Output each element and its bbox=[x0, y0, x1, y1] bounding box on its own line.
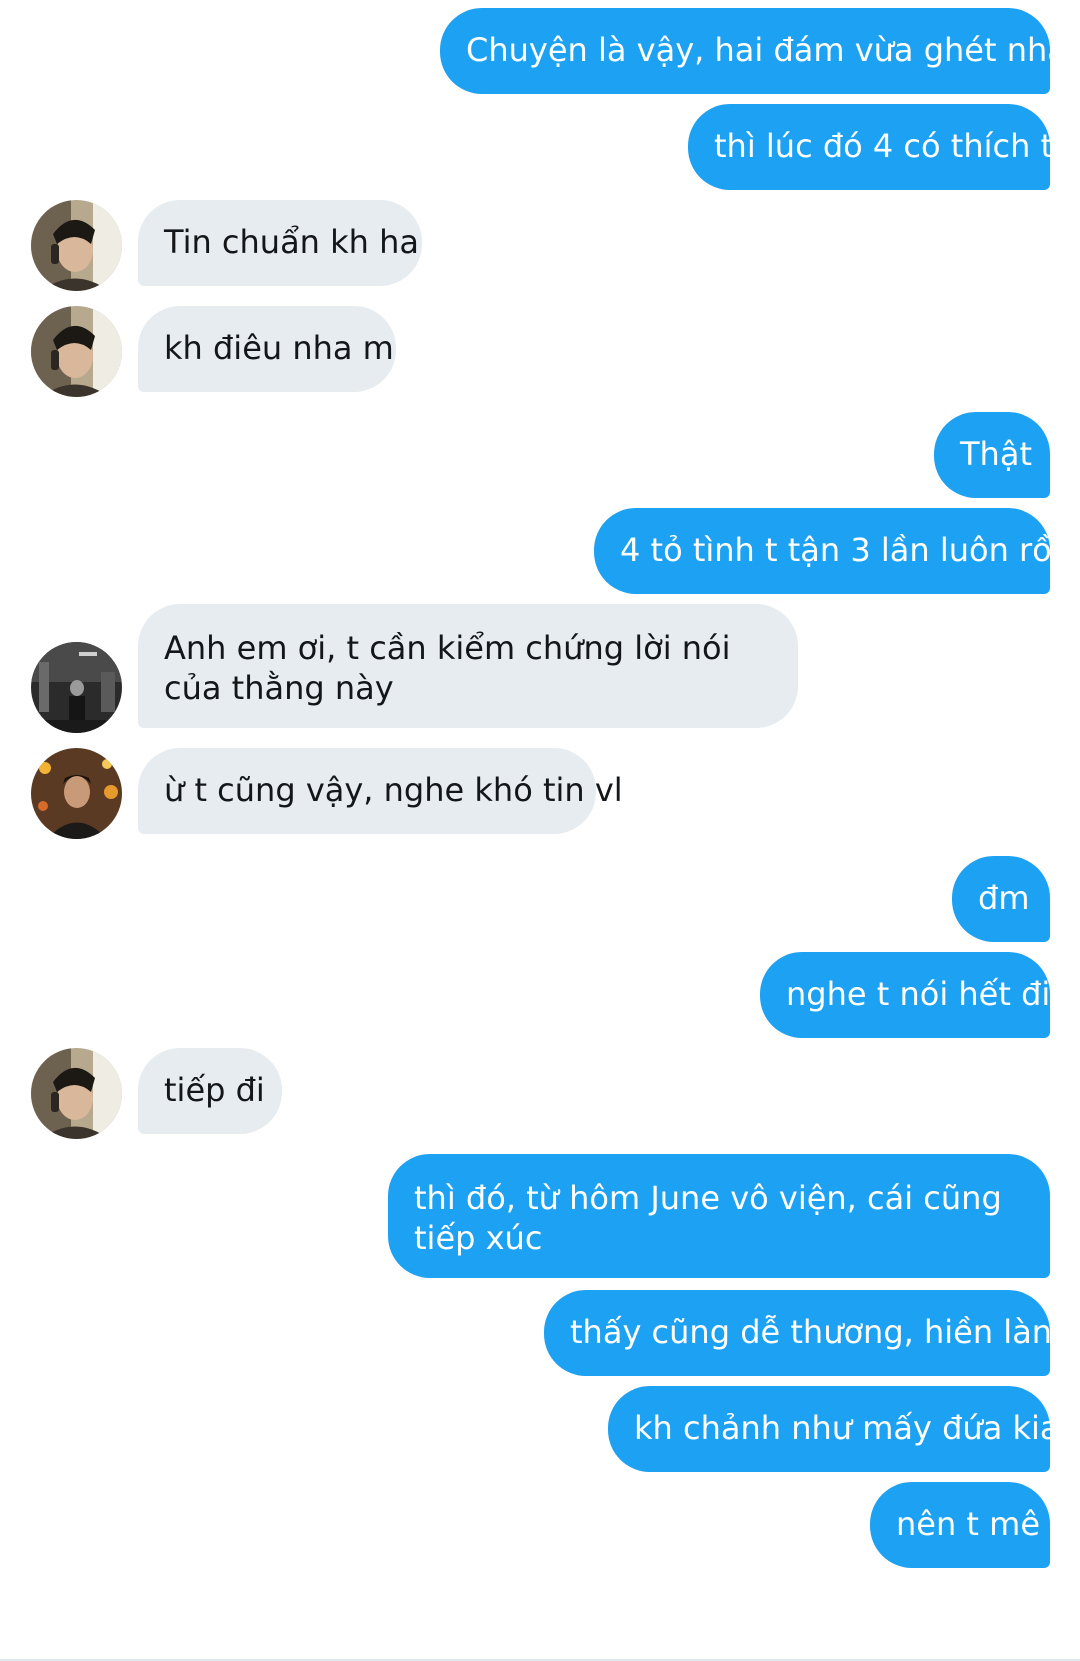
message-row-outgoing: Chuyện là vậy, hai đám vừa ghét nhau bbox=[0, 8, 1080, 94]
message-row-incoming: tiếp đi bbox=[0, 1048, 1080, 1139]
message-text: Thật bbox=[960, 435, 1032, 473]
message-bubble-outgoing[interactable]: nghe t nói hết đi bbox=[760, 952, 1050, 1038]
message-row-outgoing: 4 tỏ tình t tận 3 lần luôn rồi bbox=[0, 508, 1080, 594]
message-text: nghe t nói hết đi bbox=[786, 975, 1051, 1013]
message-text: nên t mê bbox=[896, 1505, 1040, 1543]
message-row-incoming: kh điêu nha m bbox=[0, 306, 1080, 397]
message-row-incoming: Tin chuẩn kh ha bbox=[0, 200, 1080, 291]
user-a-avatar[interactable] bbox=[31, 1048, 122, 1139]
message-bubble-incoming[interactable]: tiếp đi bbox=[138, 1048, 282, 1134]
message-text: thì lúc đó 4 có thích t bbox=[714, 127, 1054, 165]
user-c-avatar[interactable] bbox=[31, 748, 122, 839]
message-bubble-incoming[interactable]: ừ t cũng vậy, nghe khó tin vl bbox=[138, 748, 623, 834]
message-bubble-outgoing[interactable]: kh chảnh như mấy đứa kia bbox=[608, 1386, 1060, 1472]
message-text: Tin chuẩn kh ha bbox=[164, 223, 419, 261]
message-bubble-outgoing[interactable]: Thật bbox=[934, 412, 1050, 498]
message-row-outgoing: nên t mê bbox=[0, 1482, 1080, 1568]
message-row-outgoing: kh chảnh như mấy đứa kia bbox=[0, 1386, 1080, 1472]
message-bubble-outgoing[interactable]: thấy cũng dễ thương, hiền lành bbox=[544, 1290, 1072, 1376]
message-text: đm bbox=[978, 879, 1030, 917]
message-row-outgoing: thì đó, từ hôm June vô viện, cái cũng ti… bbox=[0, 1154, 1080, 1278]
message-row-outgoing: nghe t nói hết đi bbox=[0, 952, 1080, 1038]
message-bubble-outgoing[interactable]: đm bbox=[952, 856, 1050, 942]
message-row-outgoing: thấy cũng dễ thương, hiền lành bbox=[0, 1290, 1080, 1376]
message-text: thấy cũng dễ thương, hiền lành bbox=[570, 1313, 1073, 1351]
message-row-incoming: Anh em ơi, t cần kiểm chứng lời nói của … bbox=[0, 604, 1080, 733]
message-bubble-outgoing[interactable]: thì đó, từ hôm June vô viện, cái cũng ti… bbox=[388, 1154, 1050, 1278]
message-bubble-incoming[interactable]: Anh em ơi, t cần kiểm chứng lời nói của … bbox=[138, 604, 798, 728]
message-text: tiếp đi bbox=[164, 1071, 265, 1109]
message-text: 4 tỏ tình t tận 3 lần luôn rồi bbox=[620, 531, 1061, 569]
user-a-avatar[interactable] bbox=[31, 306, 122, 397]
message-bubble-incoming[interactable]: kh điêu nha m bbox=[138, 306, 396, 392]
message-text: kh chảnh như mấy đứa kia bbox=[634, 1409, 1060, 1447]
message-bubble-outgoing[interactable]: 4 tỏ tình t tận 3 lần luôn rồi bbox=[594, 508, 1061, 594]
message-row-outgoing: đm bbox=[0, 856, 1080, 942]
message-text: kh điêu nha m bbox=[164, 329, 394, 367]
message-row-incoming: ừ t cũng vậy, nghe khó tin vl bbox=[0, 748, 1080, 839]
message-bubble-incoming[interactable]: Tin chuẩn kh ha bbox=[138, 200, 422, 286]
message-bubble-outgoing[interactable]: thì lúc đó 4 có thích t bbox=[688, 104, 1054, 190]
message-text: Anh em ơi, t cần kiểm chứng lời nói của … bbox=[164, 629, 731, 707]
message-bubble-outgoing[interactable]: nên t mê bbox=[870, 1482, 1050, 1568]
message-text: Chuyện là vậy, hai đám vừa ghét nhau bbox=[466, 31, 1080, 69]
user-b-avatar[interactable] bbox=[31, 642, 122, 733]
message-text: ừ t cũng vậy, nghe khó tin vl bbox=[164, 771, 623, 809]
user-a-avatar[interactable] bbox=[31, 200, 122, 291]
conversation-thread: Chuyện là vậy, hai đám vừa ghét nhau thì… bbox=[0, 0, 1080, 1661]
message-text: thì đó, từ hôm June vô viện, cái cũng ti… bbox=[414, 1179, 1002, 1257]
message-bubble-outgoing[interactable]: Chuyện là vậy, hai đám vừa ghét nhau bbox=[440, 8, 1080, 94]
message-row-outgoing: thì lúc đó 4 có thích t bbox=[0, 104, 1080, 190]
message-row-outgoing: Thật bbox=[0, 412, 1080, 498]
